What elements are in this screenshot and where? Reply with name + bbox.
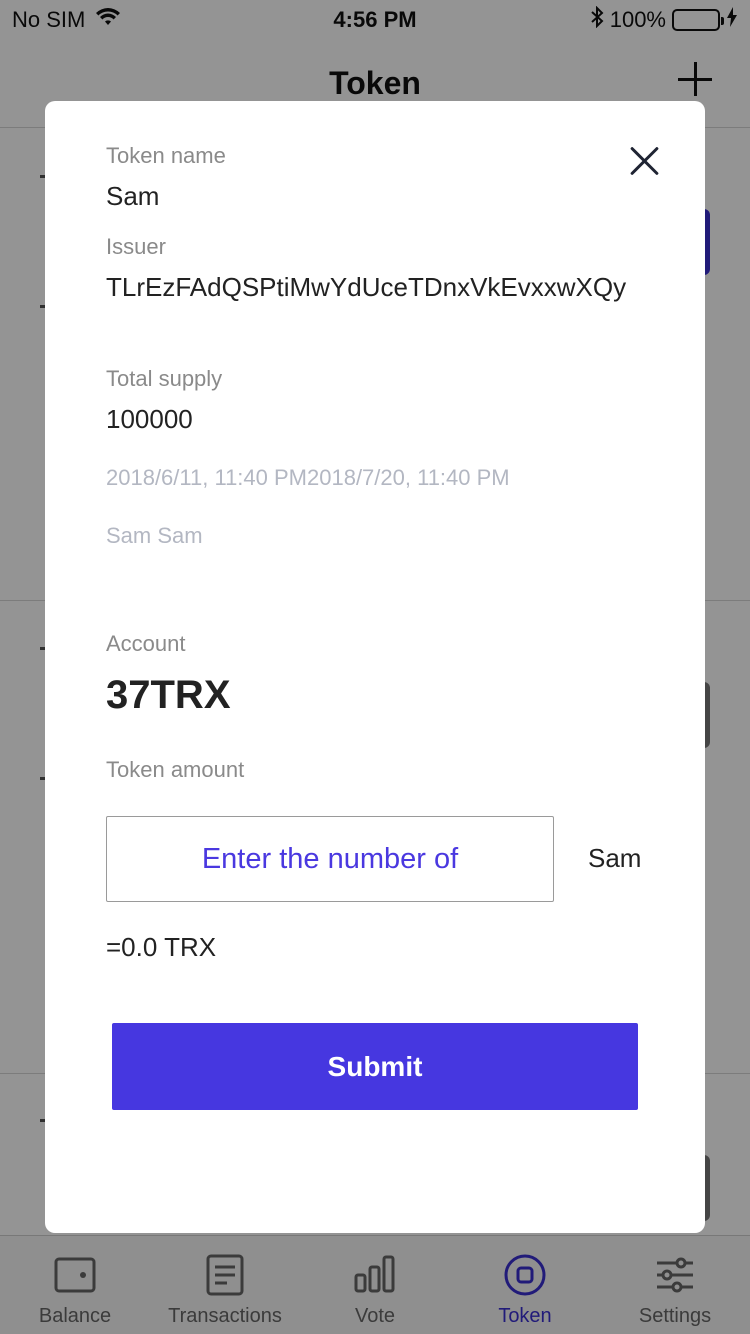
- token-amount-label: Token amount: [106, 757, 245, 782]
- token-name-value: Sam: [106, 181, 160, 211]
- close-icon[interactable]: [629, 145, 661, 177]
- token-amount-input[interactable]: [106, 816, 554, 902]
- total-supply-value: 100000: [106, 404, 193, 434]
- token-unit: Sam: [588, 843, 642, 873]
- token-dates: 2018/6/11, 11:40 PM2018/7/20, 11:40 PM: [106, 465, 510, 490]
- account-balance: 37TRX: [106, 673, 231, 717]
- trx-equivalent: =0.0 TRX: [106, 932, 217, 962]
- token-participate-modal: Token name Sam Issuer TLrEzFAdQSPtiMwYdU…: [45, 101, 705, 1233]
- issuer-label: Issuer: [106, 234, 166, 259]
- token-description: Sam Sam: [106, 523, 203, 548]
- issuer-value: TLrEzFAdQSPtiMwYdUceTDnxVkEvxxwXQy: [106, 272, 627, 302]
- submit-button[interactable]: Submit: [112, 1023, 638, 1110]
- token-name-label: Token name: [106, 143, 226, 168]
- total-supply-label: Total supply: [106, 366, 223, 391]
- account-label: Account: [106, 631, 186, 656]
